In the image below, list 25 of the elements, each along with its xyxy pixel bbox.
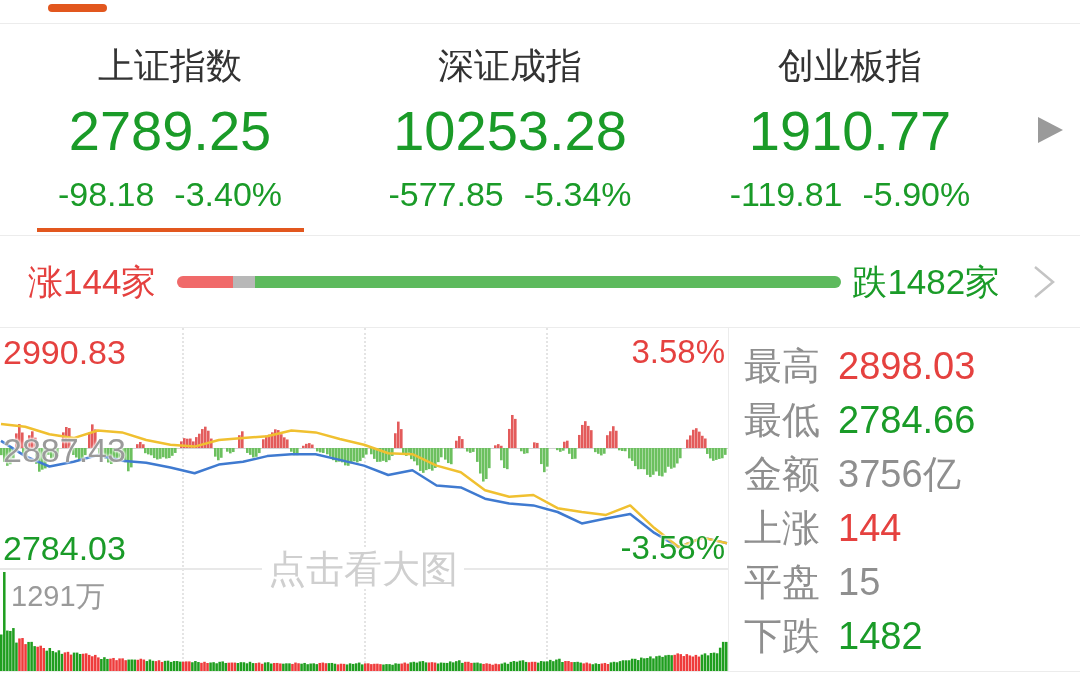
stat-value: 144 bbox=[838, 506, 902, 550]
stat-label: 最高 bbox=[744, 344, 820, 388]
stat-value: 2784.66 bbox=[838, 398, 976, 442]
right-triangle-icon[interactable] bbox=[1037, 116, 1063, 143]
index-tab[interactable]: 上证指数 2789.25 -98.18 -3.40% bbox=[36, 44, 304, 232]
axis-label: 2784.03 bbox=[3, 530, 126, 566]
percent-label: -3.58% bbox=[620, 530, 725, 566]
stat-label: 最低 bbox=[744, 398, 820, 442]
axis-label: 2990.83 bbox=[3, 334, 126, 370]
volume-axis-label: 1291万 bbox=[11, 580, 105, 612]
stat-label: 上涨 bbox=[744, 506, 820, 550]
tab-indicator bbox=[48, 4, 107, 12]
stat-label: 金额 bbox=[744, 452, 820, 496]
fall-count: 跌1482家 bbox=[852, 261, 1001, 302]
rise-count: 涨144家 bbox=[28, 261, 157, 302]
stat-label: 平盘 bbox=[744, 560, 820, 604]
stat-value: 3756亿 bbox=[838, 452, 961, 496]
index-tab[interactable]: 深证成指 10253.28 -577.85 -5.34% bbox=[376, 44, 644, 232]
stat-value: 1482 bbox=[838, 614, 923, 658]
stat-value: 15 bbox=[838, 560, 881, 604]
index-tab[interactable]: 创业板指 1910.77 -119.81 -5.90% bbox=[716, 44, 984, 232]
percent-label: 3.58% bbox=[631, 334, 725, 370]
chevron-right-icon[interactable] bbox=[1033, 264, 1056, 299]
stat-label: 下跌 bbox=[744, 614, 820, 658]
stat-value: 2898.03 bbox=[838, 344, 976, 388]
